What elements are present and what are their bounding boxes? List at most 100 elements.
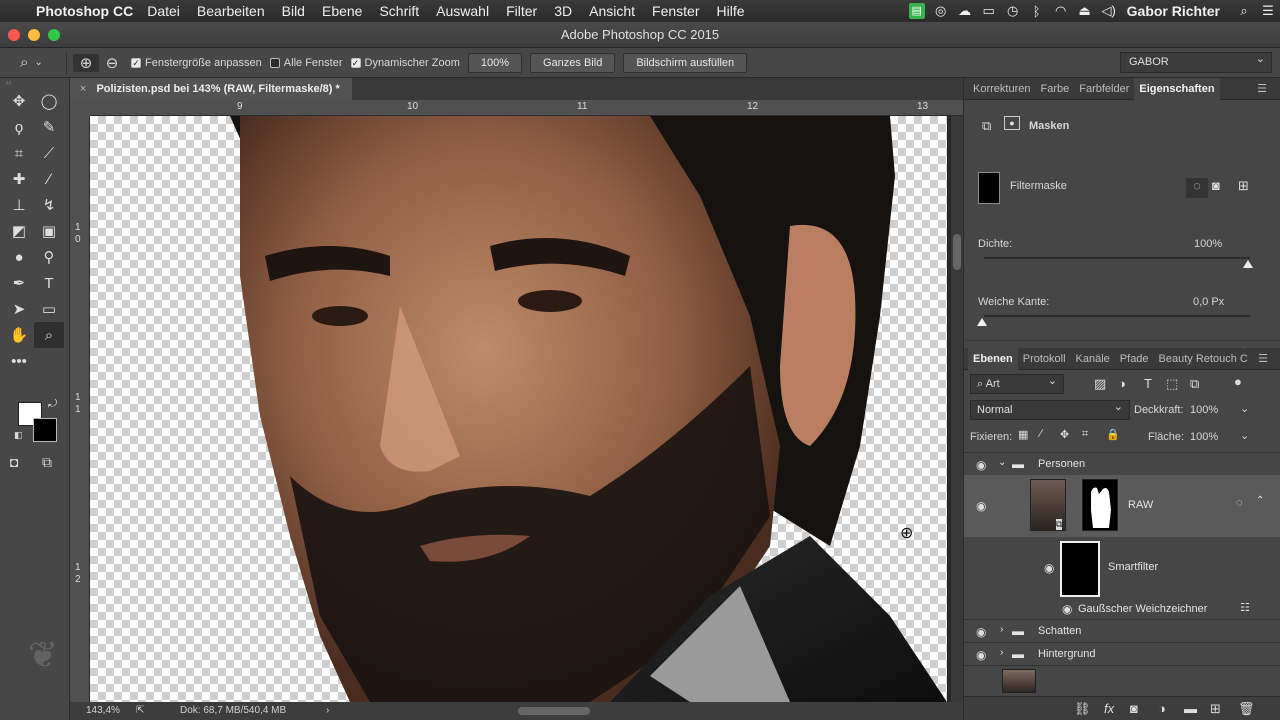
fx-icon[interactable]: fx [1104,701,1114,716]
adjustment-layer-icon[interactable]: ◑ [1158,701,1166,716]
blur-tool-icon[interactable]: ● [4,244,34,270]
workspace-select[interactable]: GABOR [1120,50,1272,73]
scrollbar-thumb[interactable] [953,234,961,270]
sync-icon[interactable]: ◎ [929,3,953,19]
vertical-ruler[interactable]: 1 0 1 1 1 2 [70,116,90,702]
panel-menu-icon[interactable]: ☰ [1253,348,1273,370]
close-tab-icon[interactable]: × [80,83,86,95]
gradient-tool-icon[interactable]: ▣ [34,218,64,244]
new-layer-icon[interactable]: ⊞ [1210,701,1221,717]
tab-kanaele[interactable]: Kanäle [1071,348,1115,370]
filter-toggle-icon[interactable]: ● [1234,374,1242,389]
filter-smart-object-icon[interactable]: ⧉ [1190,376,1199,392]
battery-icon[interactable]: ▭ [977,3,1001,19]
minimize-window-button[interactable] [28,29,40,41]
default-colors-icon[interactable]: ◧ [14,430,23,441]
lock-all-icon[interactable]: 🔒 [1106,428,1120,441]
filter-adjustment-icon[interactable]: ◑ [1118,376,1126,391]
menu-bearbeiten[interactable]: Bearbeiten [197,3,265,19]
layer-row-partial[interactable] [964,665,1280,695]
density-value[interactable]: 100% [1194,238,1222,250]
fill-screen-button[interactable]: Bildschirm ausfüllen [623,52,748,73]
new-group-icon[interactable]: ▬ [1184,701,1197,716]
tab-eigenschaften[interactable]: Eigenschaften [1134,77,1220,100]
chevron-down-icon[interactable]: ⌄ [998,457,1006,468]
bluetooth-icon[interactable]: ᛒ [1025,4,1049,19]
type-tool-icon[interactable]: T [34,270,64,296]
document-tab[interactable]: × Polizisten.psd bei 143% (RAW, Filtermas… [70,78,352,100]
density-slider[interactable] [984,257,1250,259]
smart-filter-mask-thumbnail[interactable] [1060,541,1100,597]
export-icon[interactable]: ⇱ [136,702,144,720]
history-brush-tool-icon[interactable]: ↯ [34,192,64,218]
quick-mask-icon[interactable]: ◘ [10,454,18,470]
link-layers-icon[interactable]: ⛓ [1074,701,1091,717]
menu-app-name[interactable]: Photoshop CC [36,3,133,19]
chevron-right-icon[interactable]: › [1000,647,1003,658]
tab-pfade[interactable]: Pfade [1115,348,1154,370]
filter-mask-thumbnail[interactable] [978,172,1000,204]
add-layer-mask-icon[interactable]: ◙ [1130,701,1138,716]
menu-datei[interactable]: Datei [147,3,180,19]
layer-row-hintergrund[interactable]: ◉ › ▬ Hintergrund [964,642,1280,665]
menu-bild[interactable]: Bild [282,3,305,19]
feather-value[interactable]: 0,0 Px [1193,296,1224,308]
layer-row-personen[interactable]: ◉ ⌄ ▬ Personen [964,452,1280,475]
eye-icon[interactable]: ◉ [976,648,986,662]
layer-row-smartfilter[interactable]: ◉ Smartfilter [964,537,1280,599]
eraser-tool-icon[interactable]: ◩ [4,218,34,244]
path-selection-tool-icon[interactable]: ➤ [4,296,34,322]
chevron-up-icon[interactable]: ⌃ [1256,495,1264,506]
layer-row-schatten[interactable]: ◉ › ▬ Schatten [964,619,1280,642]
tab-farbfelder[interactable]: Farbfelder [1074,78,1134,100]
swap-colors-icon[interactable]: ⤾ [48,398,57,411]
zoom-out-icon[interactable]: ⊖ [99,54,125,72]
document-size[interactable]: Dok: 68,7 MB/540,4 MB [180,702,286,720]
tool-preset-picker[interactable]: ⌕ ⌄ [0,54,60,71]
smart-filter-indicator-icon[interactable]: ◌ [1236,497,1243,509]
layer-row-gaussian-blur[interactable]: ◉ Gaußscher Weichzeichner ☷ [964,599,1280,619]
layer-mask-thumbnail[interactable] [1082,479,1118,531]
edit-toolbar-icon[interactable]: ••• [4,348,34,374]
screen-mode-icon[interactable]: ⧉ [42,454,52,471]
lock-image-icon[interactable]: ∕ [1040,428,1042,440]
tab-ebenen[interactable]: Ebenen [968,347,1018,370]
lock-transparent-icon[interactable]: ▦ [1018,428,1028,441]
menu-fenster[interactable]: Fenster [652,3,699,19]
eye-icon[interactable]: ◉ [976,625,986,639]
zoom-tool-icon[interactable]: ⌕ [34,322,64,348]
zoom-window-button[interactable] [48,29,60,41]
filter-blending-options-icon[interactable]: ☷ [1240,601,1250,614]
fill-value[interactable]: 100% [1190,431,1218,443]
time-machine-icon[interactable]: ◷ [1001,3,1025,19]
healing-brush-tool-icon[interactable]: ✚ [4,166,34,192]
wifi-icon[interactable]: ◠ [1049,3,1073,19]
cloud-icon[interactable]: ☁ [953,3,977,19]
lock-artboard-icon[interactable]: ⌗ [1082,428,1088,441]
all-windows-checkbox[interactable]: Alle Fenster [269,57,343,69]
fit-screen-button[interactable]: Ganzes Bild [530,52,616,73]
eye-icon[interactable]: ◉ [976,499,986,513]
add-mask-icon[interactable]: ⊞ [1238,178,1249,194]
feather-slider-knob[interactable] [977,318,987,326]
menu-filter[interactable]: Filter [506,3,537,19]
volume-icon[interactable]: ◁) [1097,3,1121,19]
status-menu-chevron-icon[interactable]: › [326,702,329,720]
background-color-swatch[interactable] [33,418,57,442]
chevron-right-icon[interactable]: › [1000,624,1003,635]
opacity-value[interactable]: 100% [1190,404,1218,416]
ruler-origin[interactable] [70,100,90,116]
brush-tool-icon[interactable]: ∕ [34,166,64,192]
rectangle-tool-icon[interactable]: ▭ [34,296,64,322]
move-tool-icon[interactable]: ✥ [4,88,34,114]
eyedropper-tool-icon[interactable]: ⟋ [34,140,64,166]
eye-icon[interactable]: ◉ [1044,561,1054,575]
close-window-button[interactable] [8,29,20,41]
layer-filter-select[interactable]: ⌕ Art [970,372,1064,394]
panel-menu-icon[interactable]: ☰ [1252,78,1272,100]
document-canvas-area[interactable]: ⊕ [90,116,963,702]
pen-tool-icon[interactable]: ✒ [4,270,34,296]
hand-tool-icon[interactable]: ✋ [4,322,34,348]
spotlight-search-icon[interactable]: ⌕ [1232,3,1256,19]
vector-mask-icon[interactable]: ◌ [1186,178,1208,198]
